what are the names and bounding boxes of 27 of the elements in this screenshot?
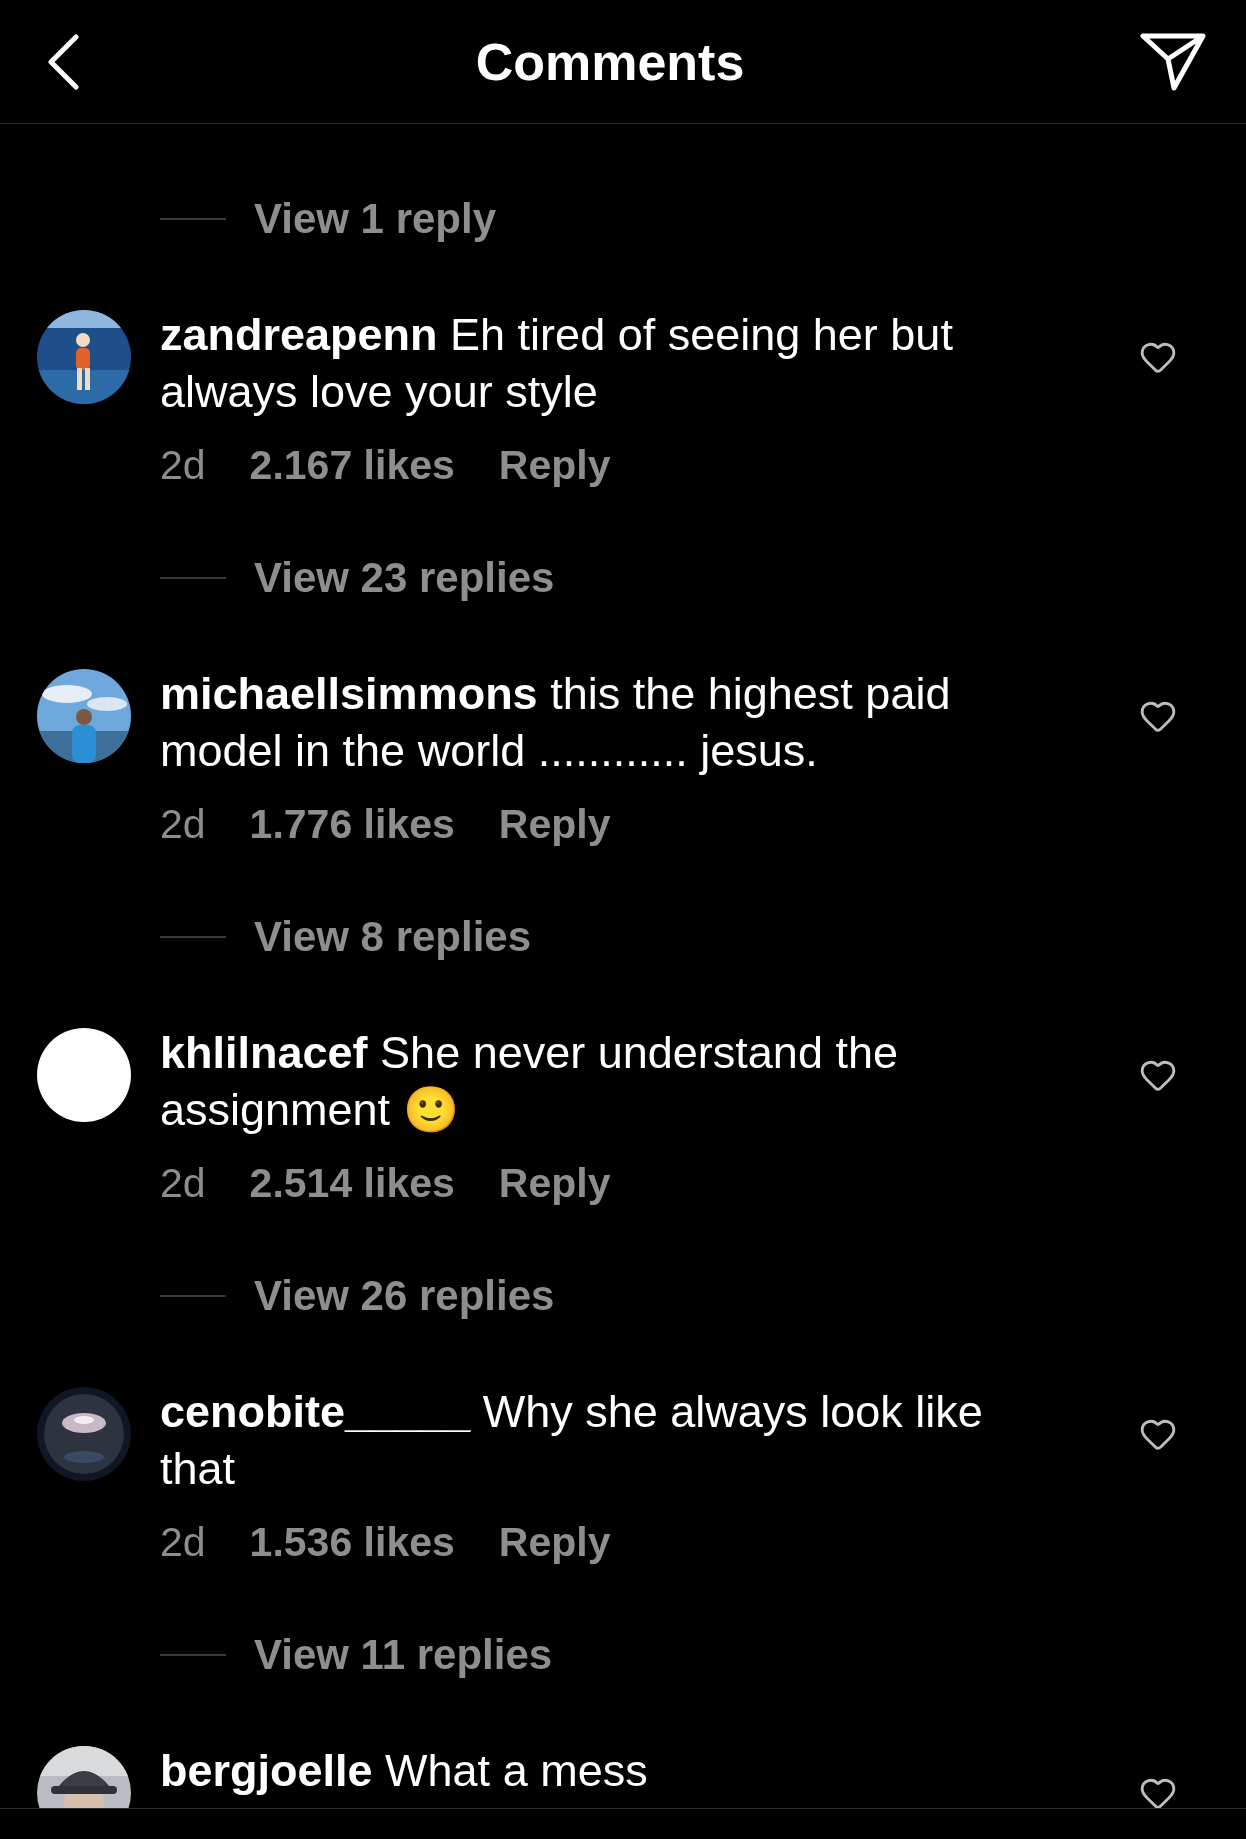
view-replies-link[interactable]: View 23 replies — [254, 553, 555, 602]
reply-button[interactable]: Reply — [498, 441, 611, 489]
like-count: 1.536 likes — [249, 1518, 455, 1566]
back-button[interactable] — [46, 33, 80, 90]
comment-text: bergjoelle What a mess — [160, 1744, 649, 1798]
reply-button[interactable]: Reply — [498, 1159, 611, 1207]
comment-text: michaellsimmons this the highest paid model in the world ............ jesus. — [160, 667, 952, 778]
like-count: 1.776 likes — [249, 800, 455, 848]
comment-text: zandreapenn Eh tired of seeing her but always love your style — [160, 308, 954, 419]
comment-text: cenobite_____ Why she always look like that — [160, 1385, 984, 1496]
like-count: 2.167 likes — [249, 441, 455, 489]
view-replies-link[interactable]: View 1 reply — [254, 194, 497, 243]
reply-button[interactable]: Reply — [498, 1518, 611, 1566]
send-icon — [1140, 31, 1206, 92]
back-icon — [46, 33, 80, 90]
comment-time: 2d — [160, 1159, 206, 1207]
view-replies-link[interactable]: View 8 replies — [254, 912, 532, 961]
like-count: 2.514 likes — [249, 1159, 455, 1207]
send-button[interactable] — [1140, 31, 1206, 92]
comment-time: 2d — [160, 1518, 206, 1566]
comment-text: khlilnacef She never understand the assignment 🙂 — [160, 1026, 899, 1137]
comment-time: 2d — [160, 800, 206, 848]
comment-time: 2d — [160, 441, 206, 489]
page-title: Comments — [475, 31, 745, 92]
view-replies-link[interactable]: View 26 replies — [254, 1271, 555, 1320]
reply-button[interactable]: Reply — [498, 800, 611, 848]
view-replies-link[interactable]: View 11 replies — [254, 1630, 553, 1679]
